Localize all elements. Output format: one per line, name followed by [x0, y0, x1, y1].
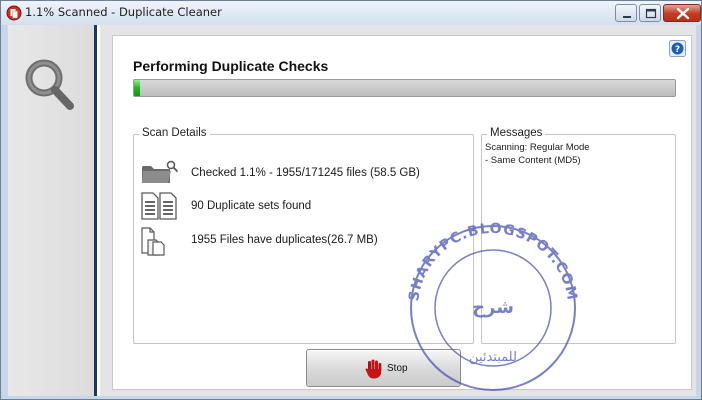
duplicate-documents-icon	[141, 192, 177, 220]
window-title: 1.1% Scanned - Duplicate Cleaner	[25, 5, 222, 19]
scan-card: ? Performing Duplicate Checks Scan Detai…	[112, 35, 692, 390]
progress-fill	[134, 80, 140, 96]
magnifier-icon	[25, 59, 74, 110]
scan-detail-row: 1955 Files have duplicates(26.7 MB)	[140, 226, 470, 256]
checked-files-text: Checked 1.1% - 1955/171245 files (58.5 G…	[191, 167, 420, 179]
scan-detail-row: Checked 1.1% - 1955/171245 files (58.5 G…	[140, 159, 470, 189]
duplicate-sets-text: 90 Duplicate sets found	[191, 200, 312, 212]
maximize-button[interactable]	[639, 4, 661, 22]
scan-details-legend: Scan Details	[139, 127, 210, 139]
files-with-duplicates-text: 1955 Files have duplicates(26.7 MB)	[191, 234, 378, 246]
close-button[interactable]	[663, 4, 701, 22]
client-area: ? Performing Duplicate Checks Scan Detai…	[8, 25, 696, 396]
duplicate-cleaner-app-icon	[6, 5, 22, 21]
title-bar[interactable]: 1.1% Scanned - Duplicate Cleaner	[1, 1, 701, 25]
scan-detail-row: 90 Duplicate sets found	[140, 192, 470, 222]
message-line: Scanning: Regular Mode	[485, 142, 590, 153]
sidebar	[8, 25, 97, 396]
messages-group: Messages Scanning: Regular Mode - Same C…	[481, 127, 676, 344]
stop-hand-icon	[365, 359, 382, 379]
messages-legend: Messages	[487, 127, 546, 139]
page-title: Performing Duplicate Checks	[133, 58, 329, 74]
files-icon	[141, 227, 165, 256]
minimize-button[interactable]	[615, 4, 637, 22]
message-line: - Same Content (MD5)	[485, 155, 581, 166]
scan-details-group: Scan Details Checked 1.1% - 1955/171245 …	[133, 127, 474, 344]
scan-progress-bar	[133, 79, 676, 97]
stop-button-label: Stop	[387, 363, 408, 374]
app-window: 1.1% Scanned - Duplicate Cleaner ? Perfo…	[0, 0, 702, 400]
folder-search-icon	[142, 160, 178, 183]
close-icon	[676, 7, 690, 20]
maximize-icon	[645, 8, 657, 19]
stop-button[interactable]: Stop	[306, 349, 461, 387]
main-panel: ? Performing Duplicate Checks Scan Detai…	[100, 25, 696, 396]
svg-text:?: ?	[675, 45, 680, 55]
help-icon[interactable]: ?	[669, 40, 686, 57]
minimize-icon	[623, 16, 631, 18]
